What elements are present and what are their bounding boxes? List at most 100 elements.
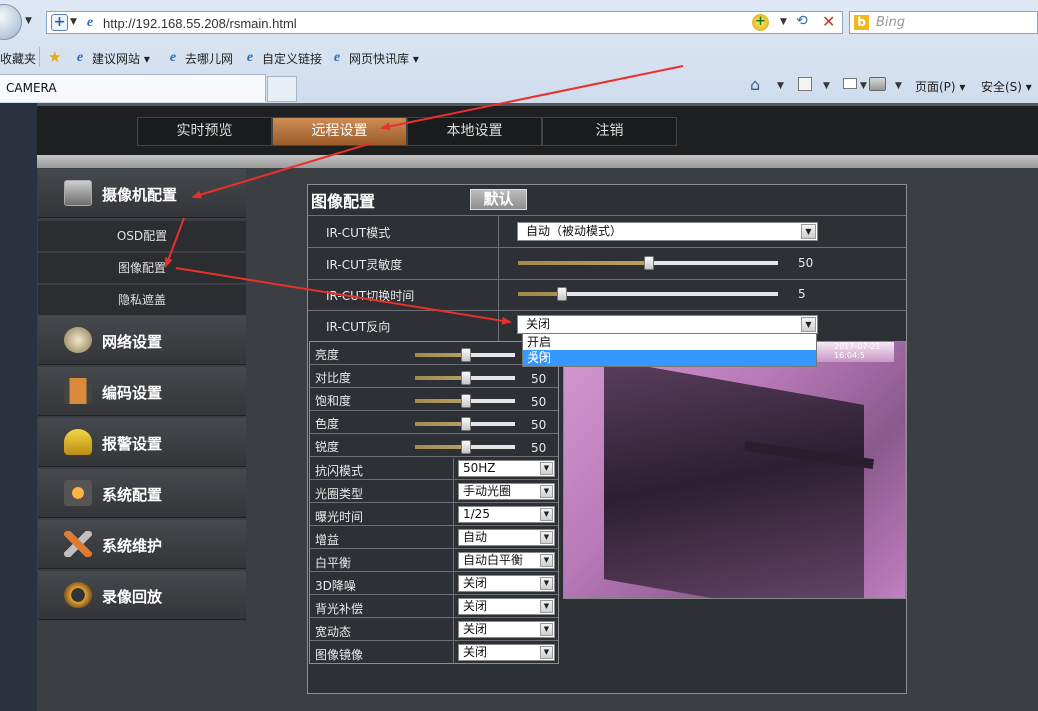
denoise-value: 关闭 <box>463 576 488 590</box>
address-row: ▼ + ▼ e http://192.168.55.208/rsmain.htm… <box>0 0 1038 44</box>
antiflicker-label: 抗闪模式 <box>315 464 364 478</box>
gain-select[interactable]: 自动 ▼ <box>458 529 555 546</box>
chevron-down-icon: ▼ <box>540 600 553 613</box>
site-dropdown-icon[interactable]: ▼ <box>70 17 77 27</box>
slider-thumb[interactable] <box>644 256 654 270</box>
fav-web-slice[interactable]: 网页快讯库 ▾ <box>349 50 419 67</box>
option-off[interactable]: 关闭 <box>523 350 816 366</box>
browser-tab[interactable]: CAMERA <box>0 74 266 102</box>
slider-rest <box>648 261 778 265</box>
slider-thumb[interactable] <box>461 371 471 385</box>
divider-bar <box>37 155 1038 168</box>
sidebar-label: 系统配置 <box>102 486 163 504</box>
ie-page-icon: e <box>333 50 341 65</box>
new-tab-plus-icon[interactable]: + <box>51 14 68 31</box>
slider-rest <box>562 292 778 296</box>
feeds-dropdown-icon[interactable]: ▼ <box>823 81 830 91</box>
wdr-label: 宽动态 <box>315 625 352 639</box>
address-dropdown-icon[interactable]: ▼ <box>780 17 787 27</box>
compat-view-icon[interactable]: + <box>752 14 769 31</box>
exposure-value: 1/25 <box>463 507 490 521</box>
search-box[interactable]: b Bing <box>849 11 1038 34</box>
tab-local-settings[interactable]: 本地设置 <box>407 117 542 146</box>
ie-page-icon: e <box>246 50 254 65</box>
chevron-down-icon: ▼ <box>540 554 553 567</box>
mail-dropdown-icon[interactable]: ▼ <box>860 81 867 91</box>
option-on[interactable]: 开启 <box>523 334 816 350</box>
ircut-reverse-label: IR-CUT反向 <box>326 320 391 334</box>
iris-type-select[interactable]: 手动光圈 ▼ <box>458 483 555 500</box>
white-balance-value: 自动白平衡 <box>463 553 524 567</box>
safety-menu[interactable]: 安全(S) ▾ <box>981 78 1032 95</box>
url-text[interactable]: http://192.168.55.208/rsmain.html <box>103 16 297 31</box>
white-balance-select[interactable]: 自动白平衡 ▼ <box>458 552 555 569</box>
mirror-label: 图像镜像 <box>315 648 364 662</box>
sidebar-alarm[interactable]: 报警设置 <box>38 418 246 467</box>
film-icon <box>64 378 92 404</box>
address-bar[interactable]: + ▼ e http://192.168.55.208/rsmain.html … <box>46 11 843 34</box>
bing-icon: b <box>854 15 869 30</box>
slider-thumb[interactable] <box>461 348 471 362</box>
ircut-sensitivity-value: 50 <box>798 256 814 270</box>
fav-custom-links[interactable]: 自定义链接 <box>262 50 322 67</box>
sidebar-maintenance[interactable]: 系统维护 <box>38 520 246 569</box>
print-icon[interactable] <box>869 77 886 91</box>
sidebar-item-osd[interactable]: OSD配置 <box>38 221 246 252</box>
search-placeholder: Bing <box>876 15 906 30</box>
ircut-mode-select[interactable]: 自动（被动模式） ▼ <box>517 222 818 241</box>
wdr-select[interactable]: 关闭 ▼ <box>458 621 555 638</box>
sidebar-playback[interactable]: 录像回放 <box>38 571 246 620</box>
slider-thumb[interactable] <box>461 394 471 408</box>
slider-thumb[interactable] <box>461 440 471 454</box>
page-menu[interactable]: 页面(P) ▾ <box>915 78 965 95</box>
chevron-down-icon: ▼ <box>540 646 553 659</box>
favorites-label[interactable]: 收藏夹 <box>0 50 36 67</box>
divider <box>39 47 40 67</box>
new-tab-button[interactable] <box>267 76 297 102</box>
monitor-icon <box>64 180 92 206</box>
ircut-reverse-select[interactable]: 关闭 ▼ <box>517 315 818 334</box>
slider-thumb[interactable] <box>557 287 567 301</box>
backlight-select[interactable]: 关闭 ▼ <box>458 598 555 615</box>
history-dropdown-icon[interactable]: ▼ <box>25 16 32 26</box>
antiflicker-select[interactable]: 50HZ ▼ <box>458 460 555 477</box>
print-dropdown-icon[interactable]: ▼ <box>895 81 902 91</box>
tab-live-preview[interactable]: 实时预览 <box>137 117 272 146</box>
star-icon[interactable]: ★ <box>48 48 61 66</box>
sidebar-label: 摄像机配置 <box>102 186 178 204</box>
back-button[interactable] <box>0 4 22 40</box>
sidebar-encoding[interactable]: 编码设置 <box>38 367 246 416</box>
home-dropdown-icon[interactable]: ▼ <box>777 81 784 91</box>
wdr-value: 关闭 <box>463 622 488 636</box>
tab-logout[interactable]: 注销 <box>542 117 677 146</box>
feeds-icon[interactable] <box>798 77 812 91</box>
mail-icon[interactable] <box>843 78 857 89</box>
preview-timestamp: 2017-07-21 16:04:5 <box>834 342 881 360</box>
fav-qunar[interactable]: 去哪儿网 <box>185 50 233 67</box>
slider-thumb[interactable] <box>461 417 471 431</box>
sidebar-camera-config[interactable]: 摄像机配置 <box>38 169 246 218</box>
sidebar-item-image[interactable]: 图像配置 <box>38 253 246 284</box>
home-icon[interactable]: ⌂ <box>750 75 760 94</box>
exposure-select[interactable]: 1/25 ▼ <box>458 506 555 523</box>
sharpness-value: 50 <box>531 441 547 455</box>
slider-rest <box>465 376 515 380</box>
stop-icon[interactable]: ✕ <box>822 12 835 31</box>
fav-suggested-sites[interactable]: 建议网站 ▾ <box>92 50 150 67</box>
denoise-label: 3D降噪 <box>315 579 356 593</box>
alarm-icon <box>64 429 92 455</box>
denoise-select[interactable]: 关闭 ▼ <box>458 575 555 592</box>
chevron-down-icon: ▼ <box>540 531 553 544</box>
white-balance-label: 白平衡 <box>315 556 352 570</box>
tab-remote-settings[interactable]: 远程设置 <box>272 117 407 146</box>
sidebar-network[interactable]: 网络设置 <box>38 316 246 365</box>
exposure-label: 曝光时间 <box>315 510 364 524</box>
ircut-reverse-value: 关闭 <box>526 317 551 331</box>
sidebar-item-privacy[interactable]: 隐私遮盖 <box>38 285 246 316</box>
mirror-select[interactable]: 关闭 ▼ <box>458 644 555 661</box>
chevron-down-icon: ▼ <box>801 224 816 239</box>
chevron-down-icon: ▼ <box>540 577 553 590</box>
default-button[interactable]: 默认 <box>470 189 527 210</box>
refresh-icon[interactable]: ⟲ <box>796 13 808 29</box>
sidebar-system-config[interactable]: 系统配置 <box>38 469 246 518</box>
